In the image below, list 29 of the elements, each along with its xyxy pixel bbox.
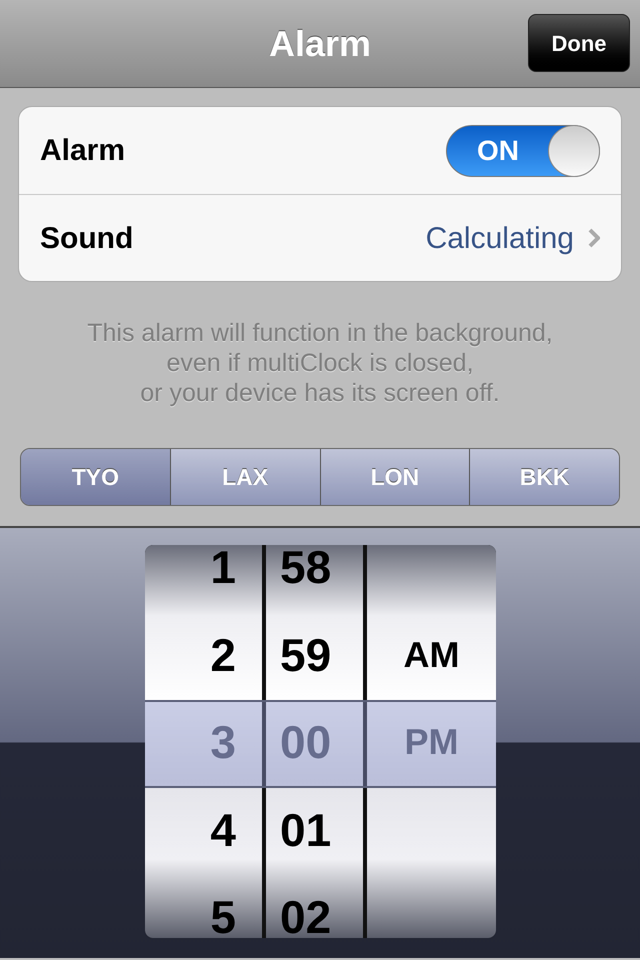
picker-value: 2 <box>210 628 236 683</box>
setting-label: Sound <box>40 220 134 256</box>
picker-value: 4 <box>210 802 236 858</box>
picker-value: 02 <box>280 890 332 938</box>
picker-value: 5 <box>210 890 236 938</box>
picker-wheel[interactable]: AM PM <box>367 545 496 938</box>
picker-value: PM <box>404 720 458 764</box>
picker-value: 00 <box>280 715 332 770</box>
setting-label: Alarm <box>40 133 126 169</box>
toggle-switch[interactable]: ON <box>446 124 600 176</box>
nav-title: Alarm <box>268 22 372 66</box>
city-tab[interactable]: TYO <box>21 449 170 505</box>
city-tab[interactable]: LAX <box>170 449 320 505</box>
done-button[interactable]: Done <box>528 14 630 72</box>
picker-value: AM <box>404 632 460 677</box>
picker-value: 1 <box>210 545 236 596</box>
footer-text: or your device has its screen off. <box>140 378 500 408</box>
chevron-icon <box>588 228 600 248</box>
city-tab[interactable]: LON <box>320 449 470 505</box>
picker-value: 3 <box>210 715 236 770</box>
footer-text: even if multiClock is closed, <box>166 348 474 378</box>
footer-text: This alarm will function in the background, <box>87 318 553 348</box>
setting-value: Calculating <box>426 220 574 256</box>
city-tab[interactable]: BKK <box>469 449 619 505</box>
picker-value: 59 <box>280 628 332 683</box>
picker-wheel[interactable]: 58 59 00 01 02 <box>266 545 363 938</box>
picker-value: 58 <box>280 545 332 596</box>
picker-value: 01 <box>280 802 332 858</box>
picker-wheel[interactable]: 1 2 3 4 5 <box>145 545 262 938</box>
